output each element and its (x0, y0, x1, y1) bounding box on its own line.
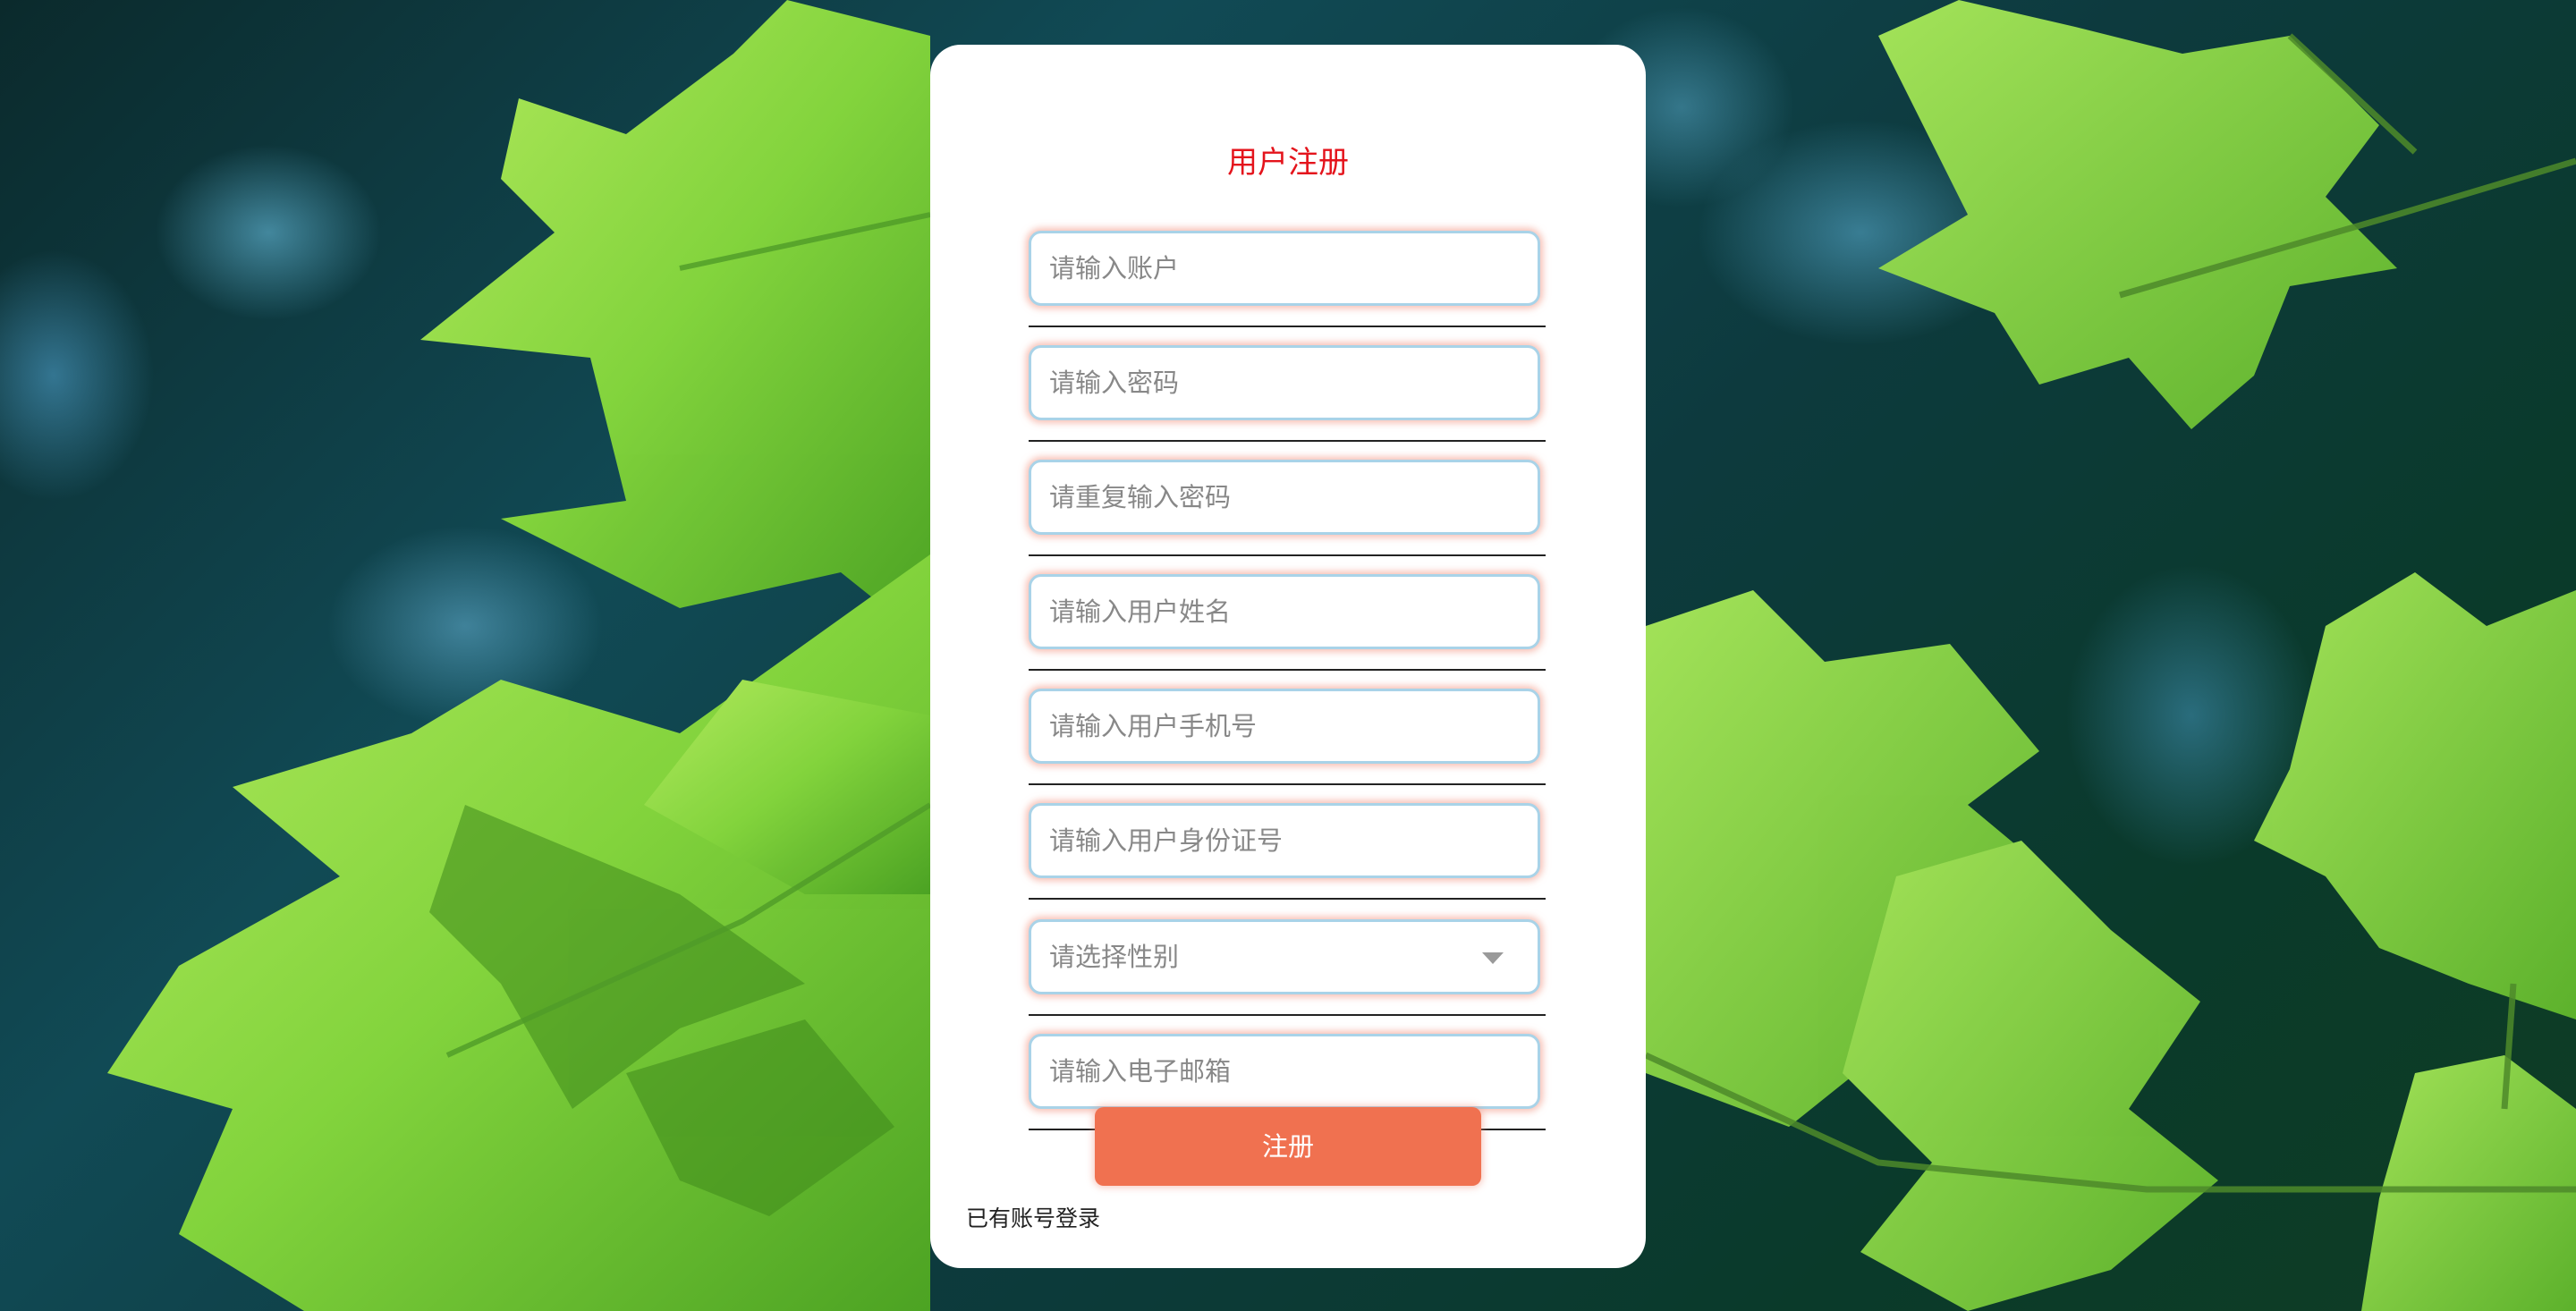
page-title: 用户注册 (1227, 145, 1349, 181)
gender-select[interactable]: 请选择性别 (1029, 919, 1540, 994)
confirm-password-field (1029, 460, 1540, 535)
name-input[interactable] (1031, 577, 1538, 647)
field-divider (1029, 898, 1546, 900)
id-number-field (1029, 803, 1540, 878)
field-divider (1029, 669, 1546, 671)
email-input[interactable] (1031, 1036, 1538, 1106)
login-link[interactable]: 已有账号登录 (966, 1204, 1100, 1234)
register-card: 用户注册 请输入账户 请输入用户姓名 请输入用户手机号 请输入用户身份证号 请选… (930, 45, 1646, 1268)
account-input[interactable] (1031, 233, 1538, 303)
phone-field (1029, 689, 1540, 764)
account-field-group (1029, 231, 1547, 345)
password-field (1029, 345, 1540, 420)
name-field-group (1029, 574, 1547, 689)
password-input[interactable] (1031, 348, 1538, 418)
password-field-group (1029, 345, 1547, 460)
register-button[interactable]: 注册 (1095, 1107, 1481, 1186)
gender-select-placeholder: 请选择性别 (1049, 942, 1180, 972)
field-divider (1029, 1014, 1546, 1016)
id-number-input[interactable] (1031, 806, 1538, 875)
id-number-field-group (1029, 803, 1547, 918)
name-field (1029, 574, 1540, 649)
phone-field-group (1029, 689, 1547, 803)
chevron-down-icon[interactable] (1482, 952, 1504, 964)
gender-field-group: 请选择性别 (1029, 919, 1547, 1034)
field-divider (1029, 440, 1546, 442)
phone-input[interactable] (1031, 691, 1538, 761)
email-field (1029, 1034, 1540, 1109)
confirm-password-field-group (1029, 460, 1547, 574)
field-divider (1029, 783, 1546, 785)
field-divider (1029, 554, 1546, 556)
confirm-password-input[interactable] (1031, 462, 1538, 532)
field-divider (1029, 326, 1546, 327)
account-field (1029, 231, 1540, 306)
page-background: 用户注册 请输入账户 请输入用户姓名 请输入用户手机号 请输入用户身份证号 请选… (0, 0, 2576, 1311)
